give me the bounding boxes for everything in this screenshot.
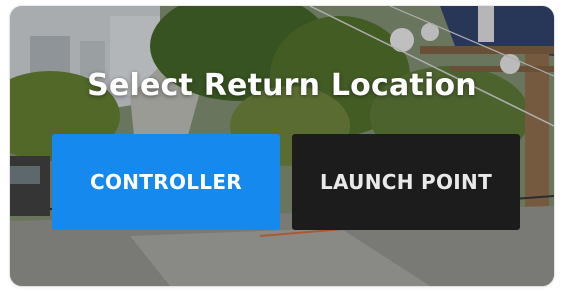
dialog-title: Select Return Location (87, 68, 477, 103)
launch-point-button-label: LAUNCH POINT (319, 170, 493, 194)
launch-point-button[interactable]: LAUNCH POINT (292, 134, 520, 230)
controller-button-label: CONTROLLER (89, 170, 242, 194)
return-location-dialog: Select Return Location CONTROLLER LAUNCH… (10, 6, 554, 286)
controller-button[interactable]: CONTROLLER (52, 134, 280, 230)
